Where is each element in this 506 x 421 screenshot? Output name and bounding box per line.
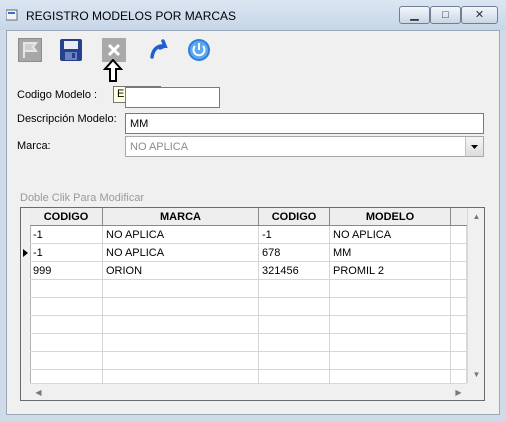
table-cell[interactable]: NO APLICA [103, 226, 259, 244]
table-cell[interactable] [103, 298, 259, 316]
col-header-model-code[interactable]: CODIGO [259, 208, 330, 226]
table-cell [451, 244, 467, 262]
close-button[interactable]: ✕ [461, 6, 498, 24]
table-cell[interactable] [259, 280, 330, 298]
table-cell[interactable]: -1 [259, 226, 330, 244]
table-cell [451, 262, 467, 280]
table-cell[interactable]: 678 [259, 244, 330, 262]
table-cell[interactable] [330, 298, 451, 316]
current-row-arrow-icon [23, 249, 28, 257]
horizontal-scrollbar[interactable]: ◀ ▶ [30, 383, 467, 400]
table-cell[interactable]: NO APLICA [330, 226, 451, 244]
grid-hint: Doble Clik Para Modificar [20, 192, 145, 204]
table-cell[interactable]: PROMIL 2 [330, 262, 451, 280]
chevron-down-icon [471, 145, 478, 149]
scroll-up-icon[interactable]: ▲ [468, 208, 484, 225]
col-header-filler [451, 208, 467, 226]
table-cell[interactable]: MM [330, 244, 451, 262]
brand-dropdown-button[interactable] [465, 137, 483, 156]
table-cell[interactable] [259, 316, 330, 334]
table-cell[interactable] [30, 316, 103, 334]
brand-label: Marca: [17, 140, 51, 152]
table-cell[interactable] [330, 352, 451, 370]
window-title: REGISTRO MODELOS POR MARCAS [26, 9, 237, 23]
description-label: Descripción Modelo: [17, 113, 117, 125]
brand-selected-value: NO APLICA [130, 141, 189, 153]
table-cell [451, 298, 467, 316]
table-cell[interactable] [30, 352, 103, 370]
minimize-button[interactable]: ▁ [399, 6, 430, 24]
mouse-pointer-icon [103, 59, 123, 82]
new-icon[interactable] [17, 37, 43, 63]
vertical-scrollbar[interactable]: ▲ ▼ [467, 208, 484, 383]
model-code-field[interactable] [125, 87, 220, 108]
table-cell [451, 316, 467, 334]
table-cell[interactable]: 999 [30, 262, 103, 280]
brand-select[interactable]: NO APLICA [125, 136, 484, 157]
table-cell [451, 334, 467, 352]
scrollbar-corner [467, 383, 484, 400]
table-cell[interactable] [30, 280, 103, 298]
undo-icon[interactable] [144, 37, 170, 63]
table-cell[interactable] [103, 316, 259, 334]
table-cell[interactable] [330, 334, 451, 352]
table-cell[interactable] [103, 334, 259, 352]
table-cell[interactable]: -1 [30, 226, 103, 244]
table-cell[interactable]: NO APLICA [103, 244, 259, 262]
table-cell[interactable] [259, 298, 330, 316]
table-cell[interactable] [259, 352, 330, 370]
table-cell[interactable] [330, 316, 451, 334]
table-cell[interactable]: ORION [103, 262, 259, 280]
table-cell[interactable] [330, 280, 451, 298]
maximize-button[interactable]: □ [430, 6, 461, 24]
table-cell[interactable] [103, 280, 259, 298]
scroll-right-icon[interactable]: ▶ [450, 384, 467, 400]
table-cell [451, 280, 467, 298]
table-cell [451, 352, 467, 370]
save-icon[interactable] [58, 37, 84, 63]
power-icon[interactable] [186, 37, 212, 63]
col-header-brand[interactable]: MARCA [103, 208, 259, 226]
table-cell[interactable] [30, 334, 103, 352]
col-header-brand-code[interactable]: CODIGO [30, 208, 103, 226]
title-bar: REGISTRO MODELOS POR MARCAS ▁ □ ✕ [0, 0, 506, 30]
table-cell[interactable] [30, 298, 103, 316]
col-header-model[interactable]: MODELO [330, 208, 451, 226]
table-cell[interactable]: -1 [30, 244, 103, 262]
model-description-field[interactable] [125, 113, 484, 134]
models-grid[interactable]: CODIGO MARCA CODIGO MODELO -1 NO APLICA -1… [20, 207, 485, 401]
table-cell[interactable]: 321456 [259, 262, 330, 280]
code-label: Codigo Modelo : [17, 89, 98, 101]
table-cell[interactable] [103, 352, 259, 370]
app-icon [6, 9, 18, 21]
scroll-left-icon[interactable]: ◀ [30, 384, 47, 400]
table-cell[interactable] [259, 334, 330, 352]
scroll-down-icon[interactable]: ▼ [468, 366, 484, 383]
table-cell [451, 226, 467, 244]
